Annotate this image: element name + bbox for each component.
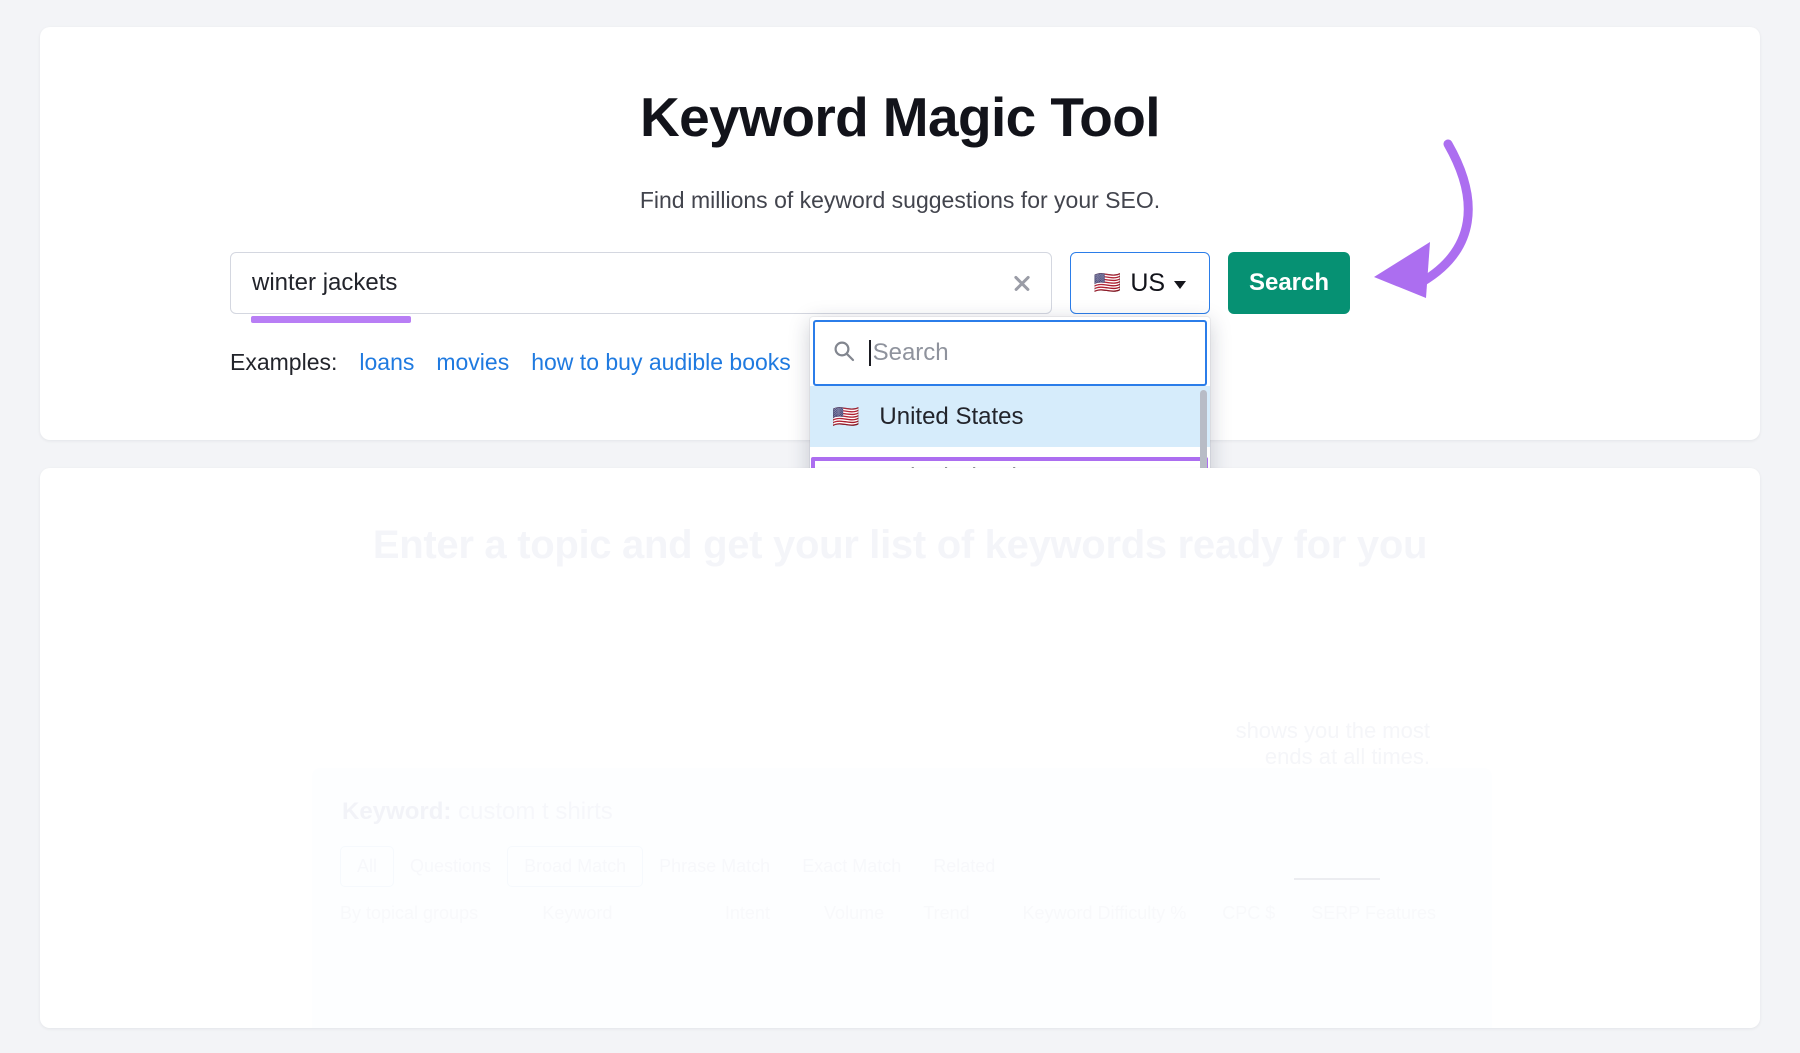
keyword-underline-annotation [251, 316, 411, 323]
tab-questions[interactable]: Questions [394, 847, 507, 886]
col-trend: Trend [923, 903, 986, 924]
placeholder-divider [1294, 878, 1380, 880]
preview-panel: Keyword: custom t shirts All Questions B… [312, 768, 1492, 1028]
page-title: Keyword Magic Tool [40, 85, 1760, 149]
tab-broad-match[interactable]: Broad Match [507, 846, 643, 887]
tab-related[interactable]: Related [917, 847, 1011, 886]
preview-table-header: By topical groups Keyword Intent Volume … [340, 903, 1472, 924]
preview-keyword-value: custom t shirts [458, 798, 613, 825]
keyword-input-wrapper[interactable] [230, 252, 1052, 314]
text-caret [869, 340, 871, 366]
search-icon [833, 340, 855, 367]
preview-keyword-label: Keyword: [342, 798, 451, 825]
placeholder-side-line2: ends at all times. [1236, 744, 1430, 770]
country-search-input[interactable] [873, 339, 1205, 367]
preview-keyword-line: Keyword: custom t shirts [342, 798, 613, 826]
example-link-movies[interactable]: movies [436, 349, 509, 375]
results-placeholder-card: Enter a topic and get your list of keywo… [40, 468, 1760, 1028]
country-selector-button[interactable]: 🇺🇸 US [1070, 252, 1210, 314]
example-link-audible[interactable]: how to buy audible books [531, 349, 791, 375]
country-search-field[interactable] [813, 320, 1207, 386]
page-subtitle: Find millions of keyword suggestions for… [40, 187, 1760, 214]
tab-exact-match[interactable]: Exact Match [786, 847, 917, 886]
search-button[interactable]: Search [1228, 252, 1350, 314]
col-keyword: Keyword [542, 903, 688, 924]
placeholder-side-line1: shows you the most [1236, 718, 1430, 744]
country-code-label: US [1130, 269, 1165, 298]
col-volume: Volume [824, 903, 887, 924]
col-topical-groups: By topical groups [340, 903, 506, 924]
us-flag-icon: 🇺🇸 [1094, 272, 1121, 294]
placeholder-heading: Enter a topic and get your list of keywo… [40, 523, 1760, 568]
page-root: Keyword Magic Tool Find millions of keyw… [0, 0, 1800, 1053]
example-link-loans[interactable]: loans [359, 349, 414, 375]
preview-tabs: All Questions Broad Match Phrase Match E… [340, 846, 1011, 887]
tab-all[interactable]: All [340, 846, 394, 887]
col-cpc: CPC $ [1222, 903, 1275, 924]
chevron-down-icon [1174, 281, 1186, 289]
country-option-united-states[interactable]: 🇺🇸 United States [810, 386, 1210, 447]
examples-row: Examples: loans movies how to buy audible b… [230, 349, 791, 376]
country-label: United States [879, 403, 1023, 431]
keyword-input[interactable] [231, 253, 1051, 313]
col-keyword-difficulty: Keyword Difficulty % [1023, 903, 1187, 924]
tab-phrase-match[interactable]: Phrase Match [643, 847, 786, 886]
clear-icon[interactable] [1011, 272, 1033, 294]
flag-icon-us: 🇺🇸 [832, 406, 859, 428]
col-serp-features: SERP Features [1311, 903, 1436, 924]
placeholder-side-text: shows you the most ends at all times. [1236, 718, 1430, 771]
examples-label: Examples: [230, 349, 337, 375]
search-row: 🇺🇸 US Search [230, 252, 1350, 314]
col-intent: Intent [725, 903, 788, 924]
